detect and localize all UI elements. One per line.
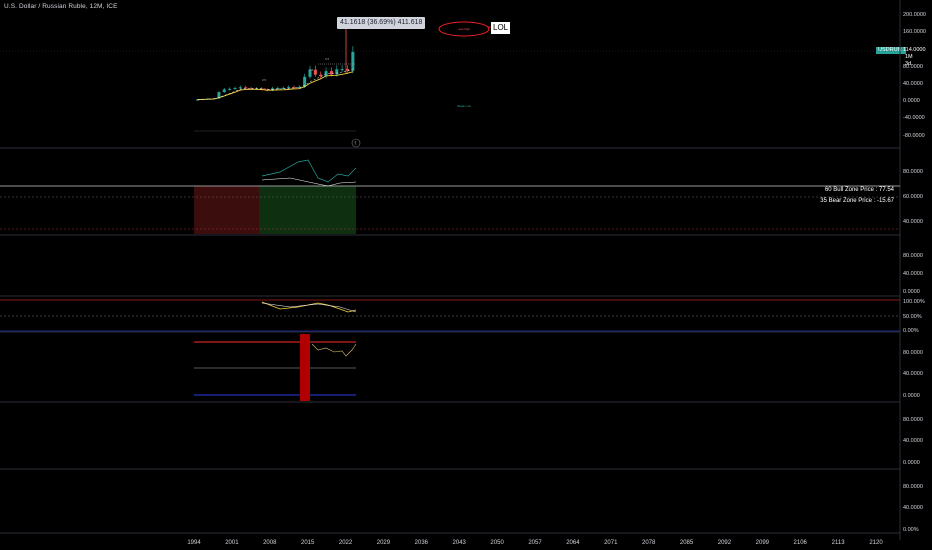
pct-yellow-line [261,301,357,313]
x-tick-label: 2022 [338,540,353,546]
y-tick-label: 40.0000 [903,438,923,444]
oscillator-line [261,159,357,183]
y-tick-label: 80.0000 [903,253,923,259]
candle-body [351,51,355,71]
y-tick-label: 80.0000 [903,350,923,356]
x-tick-label: 2106 [793,540,807,546]
x-tick-label: 2120 [869,540,883,546]
y-tick-label: -80.0000 [903,133,925,139]
y-tick-label: 80.0000 [903,64,923,70]
y-tick-label: 60.0000 [903,194,923,200]
ma-white-line [197,68,353,100]
y-tick-label: 0.0000 [903,98,920,104]
y-tick-label: 40.0000 [903,271,923,277]
bear-zone-label: 35 Bear Zone Price : -15.67 [820,198,894,204]
y-tick-label: 80.0000 [903,417,923,423]
fib-label: 0.5 [262,78,267,82]
candle-body [238,87,242,89]
y-tick-label: 80.0000 [903,484,923,490]
y-tick-label: 40.0000 [903,81,923,87]
y-tick-label: 0.0000 [903,393,920,399]
x-tick-label: 2001 [225,540,239,546]
y-tick-label: 40.0000 [903,371,923,377]
indicator-icon [351,138,361,148]
indicator-icon-glyph: f [355,141,357,147]
candle-body [287,87,291,89]
x-tick-label: 2099 [755,540,770,546]
candle-body [329,71,333,75]
candle-body [335,69,339,75]
x-tick-label: 2113 [831,540,845,546]
x-tick-label: 2071 [604,540,618,546]
candle-body [233,88,237,90]
bull-zone-label: 60 Bull Zone Price : 77.54 [824,187,894,193]
x-tick-label: 2029 [376,540,391,546]
pane5-red-bar [300,334,310,401]
x-tick-label: 2085 [679,540,694,546]
candle-body [228,88,232,90]
y-tick-label: 0.0000 [903,289,920,295]
chart-canvas[interactable]: 0.5 0.5 0.5 Weak Low new high f [0,0,932,550]
fib-label: 0.5 [309,68,314,72]
oscillator-signal [261,177,357,187]
candle-body [313,69,317,75]
y-tick-label: 50.00% [903,314,922,320]
bear-zone-box [194,186,259,234]
arc-label: new high [458,27,470,31]
weak-low-label: Weak Low [457,104,472,108]
y-tick-label: -40.0000 [903,115,925,121]
y-tick-label: 160.0000 [903,29,926,35]
y-tick-label: 0.00% [903,527,919,533]
y-tick-label: 0.0000 [903,460,920,466]
x-tick-label: 2078 [641,540,656,546]
y-tick-label: 40.0000 [903,219,923,225]
x-tick-label: 2057 [528,540,542,546]
x-tick-label: 2064 [566,540,580,546]
x-tick-label: 2015 [300,540,315,546]
candle-body [244,87,248,89]
x-tick-label: 2043 [452,540,466,546]
ma-yellow-line [197,71,353,101]
y-tick-label: 40.0000 [903,505,923,511]
x-tick-label: 1994 [187,540,201,546]
candle-body [222,89,226,93]
y-tick-label: 200.0000 [903,12,926,18]
x-tick-label: 2092 [717,540,732,546]
y-tick-label: 0.00% [903,328,919,334]
x-tick-label: 2008 [263,540,277,546]
y-tick-label: 100.00% [903,299,925,305]
candle-body [340,69,344,71]
bull-zone-box [259,186,356,234]
y-tick-label: 80.0000 [903,169,923,175]
pane5-line [311,343,357,357]
x-tick-label: 2036 [414,540,429,546]
fib-label: 0.5 [325,57,330,61]
x-tick-label: 2050 [490,540,504,546]
